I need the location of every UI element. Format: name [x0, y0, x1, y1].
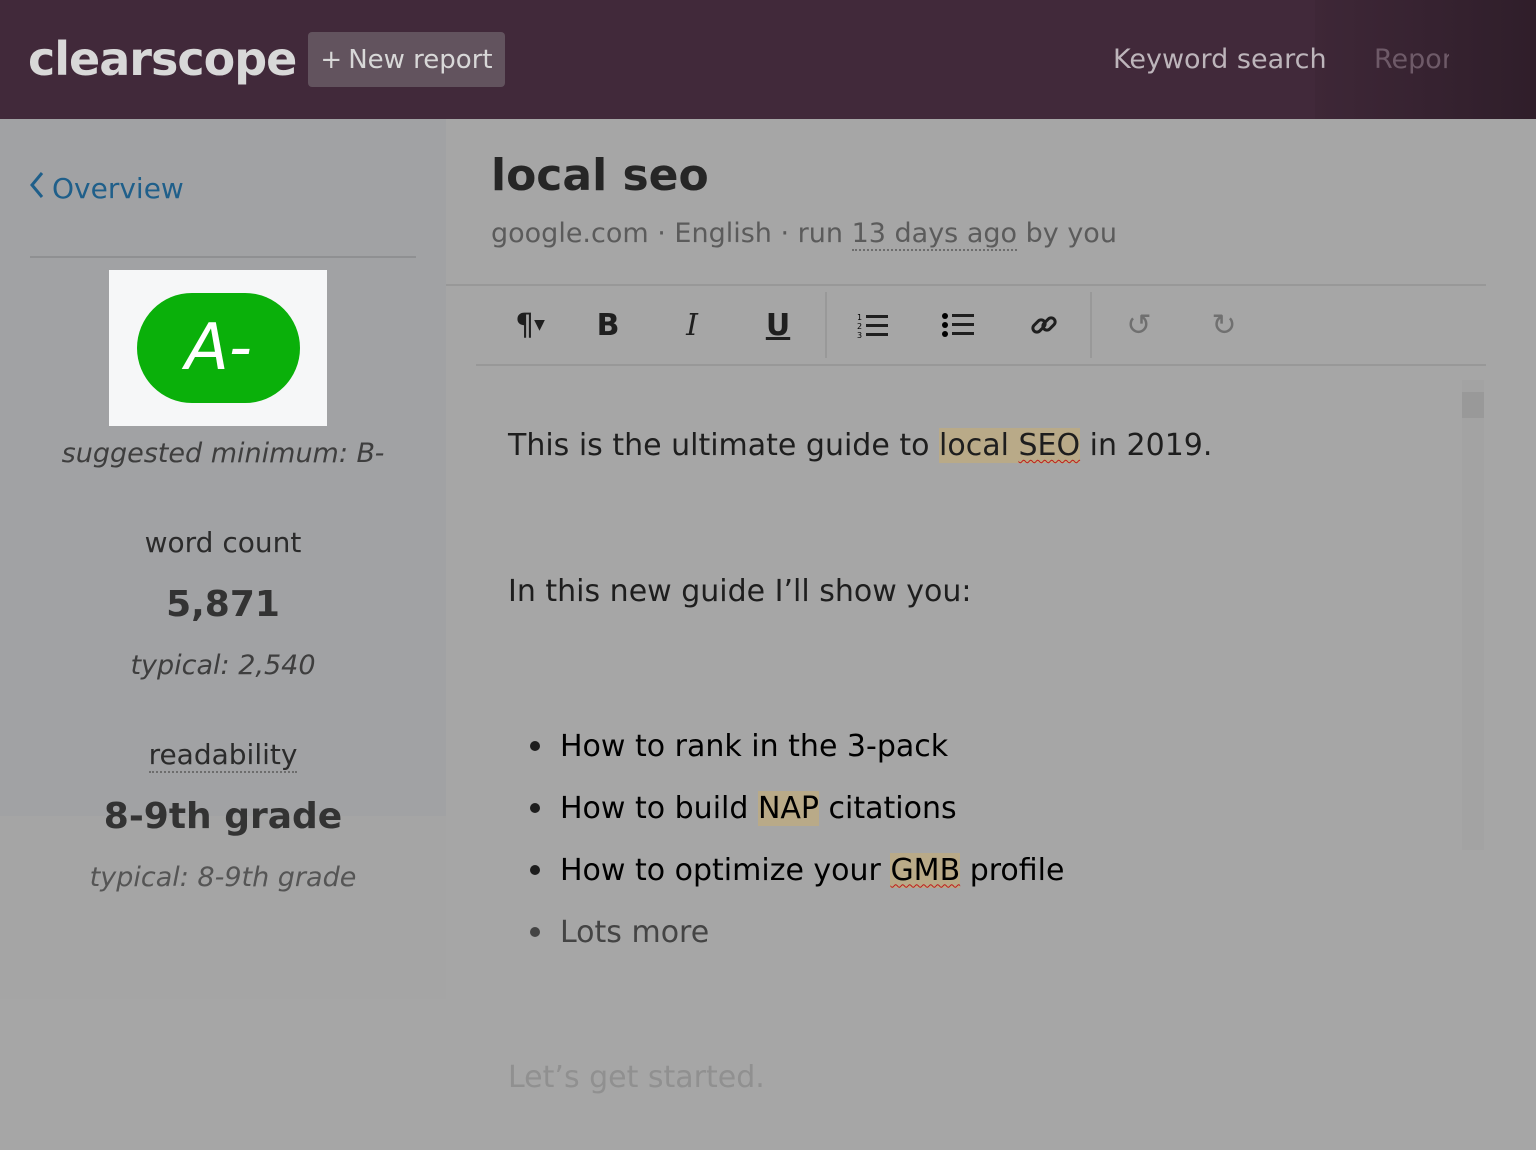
word-count-typical: typical: 2,540 — [130, 650, 316, 681]
grade-card: A- — [109, 270, 327, 426]
report-meta: google.com · English · run 13 days ago b… — [491, 218, 1117, 251]
logo[interactable]: clearscope — [28, 32, 297, 86]
overview-link[interactable]: Overview — [28, 170, 184, 207]
svg-text:1: 1 — [857, 313, 862, 322]
bullet-list-icon[interactable] — [933, 300, 983, 350]
report-title: local seo — [491, 150, 709, 201]
editor-bullet-list[interactable]: How to rank in the 3-pack How to build N… — [530, 715, 1064, 963]
keyword-highlight: local SEO — [939, 428, 1081, 463]
keyword-highlight: NAP — [757, 790, 820, 826]
editor-paragraph[interactable]: This is the ultimate guide to local SEO … — [508, 428, 1212, 463]
chevron-left-icon — [28, 170, 46, 207]
top-nav: clearscope + New report Keyword search Re… — [0, 0, 1536, 119]
list-item[interactable]: How to build NAP citations — [530, 777, 1064, 839]
scrollbar-thumb[interactable] — [1462, 392, 1484, 418]
keyword-highlight: GMB — [890, 852, 961, 888]
toolbar-separator — [1090, 292, 1092, 358]
scrollbar-track[interactable] — [1462, 380, 1484, 850]
nav-keyword-search[interactable]: Keyword search — [1113, 44, 1327, 75]
list-item[interactable]: How to rank in the 3-pack — [530, 715, 1064, 777]
editor-paragraph[interactable]: In this new guide I’ll show you: — [508, 574, 972, 609]
svg-text:2: 2 — [857, 322, 862, 331]
bold-icon[interactable]: B — [583, 300, 633, 350]
suggested-minimum: suggested minimum: B- — [61, 438, 385, 469]
overview-label: Overview — [52, 172, 184, 205]
list-item[interactable]: How to optimize your GMB profile — [530, 839, 1064, 901]
new-report-button[interactable]: + New report — [308, 32, 505, 87]
new-report-label: New report — [348, 44, 493, 75]
toolbar-border — [446, 284, 1486, 286]
nav-reports[interactable]: Repor — [1374, 44, 1449, 75]
svg-text:3: 3 — [857, 331, 862, 339]
divider — [30, 256, 416, 258]
link-icon[interactable] — [1019, 300, 1069, 350]
toolbar-separator — [825, 292, 827, 358]
ordered-list-icon[interactable]: 123 — [848, 300, 898, 350]
word-count-label: word count — [144, 526, 302, 559]
plus-icon: + — [320, 44, 343, 75]
list-item[interactable]: Lots more — [530, 901, 1064, 963]
word-count-value: 5,871 — [166, 584, 280, 625]
run-time[interactable]: 13 days ago — [851, 218, 1018, 251]
redo-icon[interactable]: ↻ — [1199, 300, 1249, 350]
toolbar-border — [476, 364, 1486, 366]
paragraph-icon[interactable]: ¶ ▼ — [500, 300, 560, 350]
readability-value: 8-9th grade — [103, 796, 343, 837]
undo-icon[interactable]: ↺ — [1114, 300, 1164, 350]
readability-typical: typical: 8-9th grade — [89, 862, 357, 893]
underline-icon[interactable]: U — [753, 300, 803, 350]
italic-icon[interactable]: I — [667, 300, 717, 350]
editor-paragraph[interactable]: Let’s get started. — [508, 1060, 765, 1095]
readability-label[interactable]: readability — [148, 738, 298, 773]
grade-badge: A- — [137, 293, 300, 403]
